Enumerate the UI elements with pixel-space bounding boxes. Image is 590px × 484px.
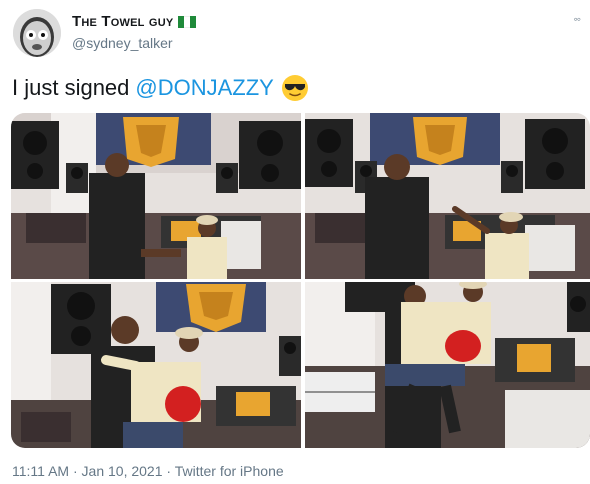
avatar[interactable] <box>13 9 61 57</box>
photo-3[interactable] <box>11 282 301 448</box>
meta-separator-2: · <box>162 463 175 479</box>
photo-2[interactable] <box>305 113 590 279</box>
photo-4-image <box>305 282 590 448</box>
photo-3-image <box>11 282 301 448</box>
nigeria-flag-icon <box>178 15 197 28</box>
photo-1[interactable] <box>11 113 301 279</box>
tweet-time[interactable]: 11:11 AM <box>12 463 69 479</box>
tweet-source[interactable]: Twitter for iPhone <box>175 463 284 479</box>
tweet-body: I just signed <box>12 75 130 100</box>
tweet-text: I just signed @DONJAZZY <box>12 74 309 102</box>
author-name-row[interactable]: The Towel guy <box>72 13 197 30</box>
tweet-date[interactable]: Jan 10, 2021 <box>82 463 163 479</box>
media-grid <box>11 113 590 448</box>
author-display-name[interactable]: The Towel guy <box>72 13 173 30</box>
tweet-card: The Towel guy @sydney_talker ◦◦ I just s… <box>0 0 590 484</box>
meta-separator: · <box>69 463 82 479</box>
photo-4[interactable] <box>305 282 590 448</box>
photo-1-image <box>11 113 301 279</box>
sunglasses-emoji-icon <box>281 74 309 102</box>
mention-link[interactable]: @DONJAZZY <box>135 75 273 101</box>
avatar-image <box>13 9 61 57</box>
photo-2-image <box>305 113 590 279</box>
more-options-icon[interactable]: ◦◦ <box>573 12 580 26</box>
author-handle[interactable]: @sydney_talker <box>72 35 173 51</box>
tweet-meta: 11:11 AM · Jan 10, 2021 · Twitter for iP… <box>12 463 284 479</box>
